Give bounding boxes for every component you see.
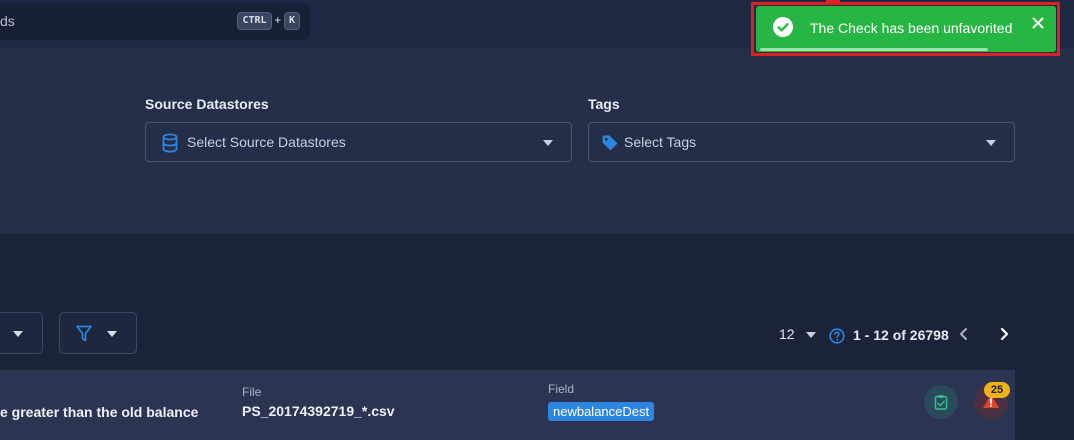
filter-button[interactable] — [59, 312, 137, 354]
source-datastores-label: Source Datastores — [145, 96, 269, 112]
chevron-down-icon — [107, 331, 117, 337]
clipboard-check-icon — [934, 395, 948, 410]
chevron-down-icon — [543, 140, 553, 146]
chevron-left-icon[interactable] — [955, 325, 973, 343]
sort-select[interactable] — [0, 312, 43, 354]
field-label: Field — [548, 382, 575, 396]
tags-select[interactable]: Select Tags — [588, 122, 1015, 162]
shortcut-key-k: K — [283, 12, 300, 30]
filter-icon — [76, 325, 92, 342]
toast-progress-bar — [760, 48, 988, 51]
tags-label: Tags — [588, 96, 620, 112]
shortcut-key-ctrl: CTRL — [237, 12, 272, 30]
tags-placeholder: Select Tags — [624, 134, 697, 150]
chevron-right-icon[interactable] — [995, 325, 1013, 343]
per-page-select[interactable]: 12 — [779, 326, 795, 342]
field-badge: newbalanceDest — [548, 402, 655, 421]
chevron-down-icon — [986, 140, 996, 146]
toast-message: The Check has been unfavorited — [810, 20, 1013, 36]
file-value: PS_20174392719_*.csv — [242, 403, 395, 419]
shortcut-plus: + — [274, 15, 281, 27]
chevron-down-icon — [13, 331, 23, 337]
help-icon[interactable] — [829, 328, 845, 344]
check-circle-icon — [773, 17, 793, 37]
search-shortcut: CTRL + K — [237, 12, 300, 30]
source-datastores-select[interactable]: Select Source Datastores — [145, 122, 572, 162]
source-datastores-placeholder: Select Source Datastores — [187, 134, 346, 150]
chevron-down-icon[interactable] — [806, 332, 816, 338]
search-input-text: ds — [0, 13, 15, 29]
close-icon[interactable] — [1032, 17, 1044, 29]
anomaly-count-badge: 25 — [984, 382, 1010, 398]
file-label: File — [242, 385, 262, 399]
tag-icon — [602, 135, 618, 151]
toast-notification: The Check has been unfavorited — [756, 6, 1056, 52]
validated-button[interactable] — [924, 385, 958, 419]
pagination-range: 1 - 12 of 26798 — [853, 327, 949, 343]
search-input[interactable]: ds CTRL + K — [0, 3, 310, 40]
check-description: e greater than the old balance — [0, 404, 199, 420]
database-icon — [162, 133, 178, 153]
